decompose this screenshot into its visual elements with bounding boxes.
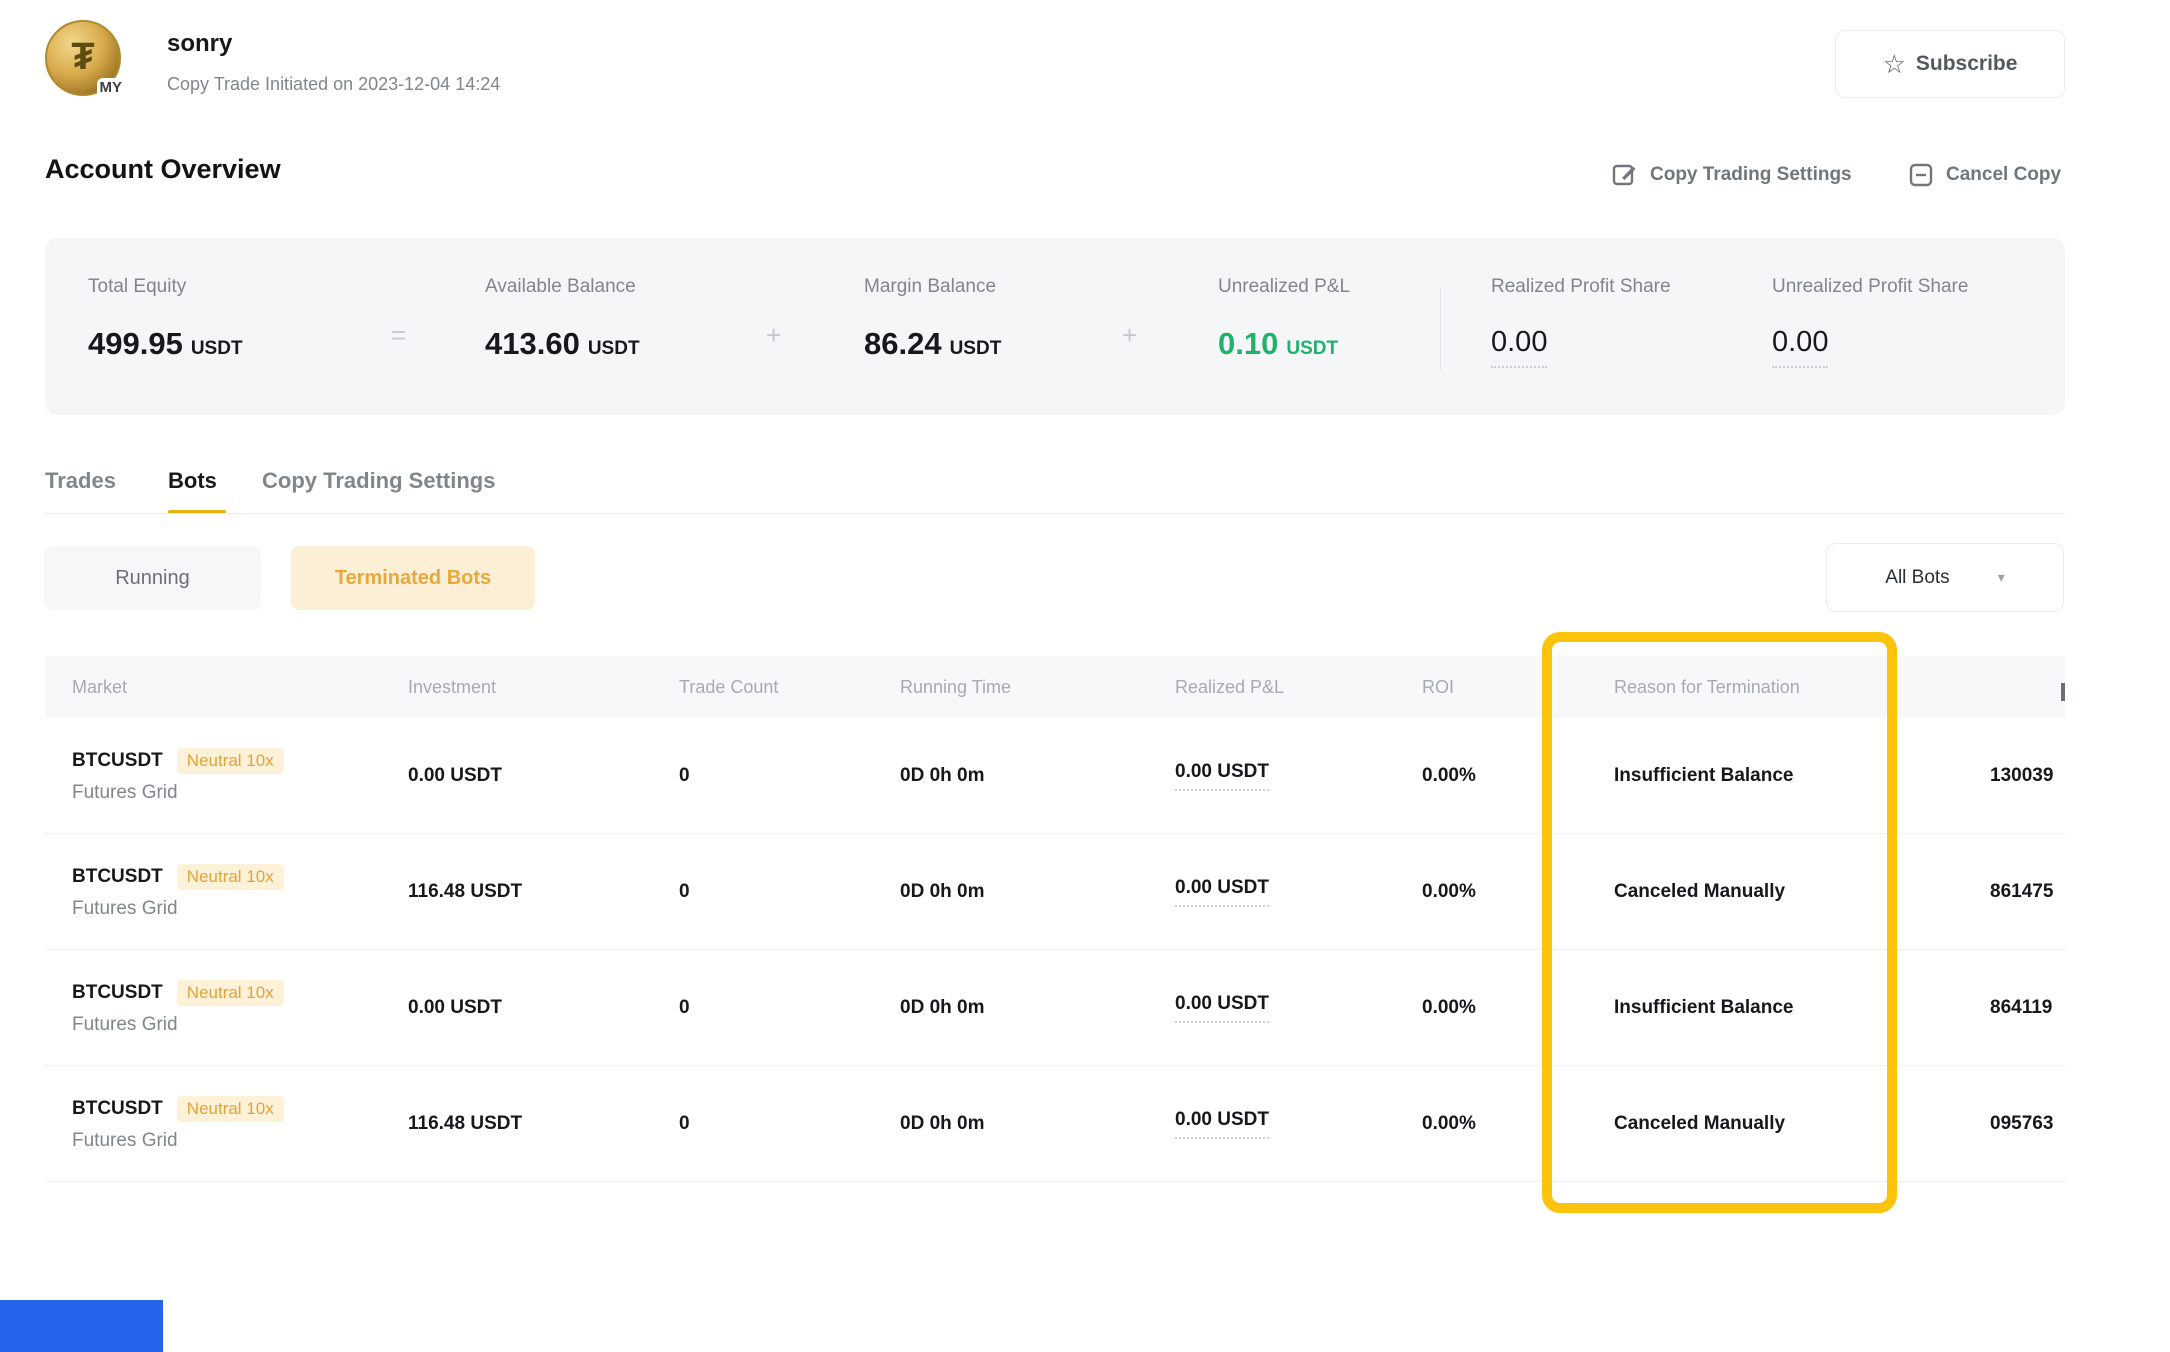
minus-square-icon xyxy=(1908,162,1934,188)
terminated-bots-filter-button[interactable]: Terminated Bots xyxy=(291,546,535,610)
bot-id-cell: 864119 xyxy=(1990,997,2065,1019)
terminated-bots-table: Market Investment Trade Count Running Ti… xyxy=(45,656,2065,1182)
col-reason: Reason for Termination xyxy=(1614,677,1990,698)
reason-cell: Insufficient Balance xyxy=(1614,997,1990,1019)
tether-coin-icon: ₮ xyxy=(47,36,119,79)
bot-id-cell: 095763 xyxy=(1990,1113,2065,1135)
investment-cell: 0.00 USDT xyxy=(408,997,679,1019)
trade-count-cell: 0 xyxy=(679,1113,900,1135)
page-title: Account Overview xyxy=(45,154,281,185)
cancel-copy-link[interactable]: Cancel Copy xyxy=(1908,162,2061,188)
roi-cell: 0.00% xyxy=(1422,881,1614,903)
clipped-column-header-fragment xyxy=(2061,683,2065,701)
bot-type: Futures Grid xyxy=(72,898,408,920)
running-time-cell: 0D 0h 0m xyxy=(900,997,1175,1019)
running-time-cell: 0D 0h 0m xyxy=(900,765,1175,787)
market-cell: BTCUSDTNeutral 10x Futures Grid xyxy=(72,864,408,920)
market-cell: BTCUSDTNeutral 10x Futures Grid xyxy=(72,748,408,804)
tab-trades[interactable]: Trades xyxy=(45,468,116,494)
roi-cell: 0.00% xyxy=(1422,1113,1614,1135)
realized-pnl-cell: 0.00 USDT xyxy=(1175,877,1422,907)
market-cell: BTCUSDTNeutral 10x Futures Grid xyxy=(72,980,408,1036)
cancel-copy-label: Cancel Copy xyxy=(1946,164,2061,186)
strategy-badge: Neutral 10x xyxy=(177,748,284,774)
bot-type: Futures Grid xyxy=(72,1014,408,1036)
table-row[interactable]: BTCUSDTNeutral 10x Futures Grid 116.48 U… xyxy=(45,1066,2065,1182)
avatar-country-badge: MY xyxy=(97,78,126,98)
stats-divider xyxy=(1440,288,1441,370)
tab-bots[interactable]: Bots xyxy=(168,468,217,494)
table-row[interactable]: BTCUSDTNeutral 10x Futures Grid 0.00 USD… xyxy=(45,718,2065,834)
investment-cell: 116.48 USDT xyxy=(408,881,679,903)
reason-cell: Canceled Manually xyxy=(1614,881,1990,903)
copy-trade-initiated-text: Copy Trade Initiated on 2023-12-04 14:24 xyxy=(167,74,500,95)
market-cell: BTCUSDTNeutral 10x Futures Grid xyxy=(72,1096,408,1152)
col-running-time: Running Time xyxy=(900,677,1175,698)
running-time-cell: 0D 0h 0m xyxy=(900,1113,1175,1135)
table-row[interactable]: BTCUSDTNeutral 10x Futures Grid 116.48 U… xyxy=(45,834,2065,950)
copy-trading-page: ₮ MY sonry Copy Trade Initiated on 2023-… xyxy=(0,0,2170,1352)
subscribe-label: Subscribe xyxy=(1916,52,2018,76)
bot-type: Futures Grid xyxy=(72,782,408,804)
strategy-badge: Neutral 10x xyxy=(177,1096,284,1122)
copy-trading-settings-link[interactable]: Copy Trading Settings xyxy=(1612,162,1852,188)
table-row[interactable]: BTCUSDTNeutral 10x Futures Grid 0.00 USD… xyxy=(45,950,2065,1066)
investment-cell: 116.48 USDT xyxy=(408,1113,679,1135)
running-filter-button[interactable]: Running xyxy=(44,546,261,610)
realized-pnl-cell: 0.00 USDT xyxy=(1175,993,1422,1023)
bot-type: Futures Grid xyxy=(72,1130,408,1152)
trade-count-cell: 0 xyxy=(679,997,900,1019)
account-overview-panel: Total Equity 499.95USDT = Available Bala… xyxy=(45,238,2065,415)
all-bots-dropdown[interactable]: All Bots ▾ xyxy=(1826,543,2064,612)
tabs-divider xyxy=(45,513,2065,514)
trader-name: sonry xyxy=(167,30,232,58)
plus-operator: + xyxy=(1122,320,1137,351)
col-investment: Investment xyxy=(408,677,679,698)
realized-pnl-cell: 0.00 USDT xyxy=(1175,1109,1422,1139)
trade-count-cell: 0 xyxy=(679,881,900,903)
col-trade-count: Trade Count xyxy=(679,677,900,698)
trader-avatar[interactable]: ₮ MY xyxy=(45,20,121,96)
plus-operator: + xyxy=(766,320,781,351)
strategy-badge: Neutral 10x xyxy=(177,980,284,1006)
col-roi: ROI xyxy=(1422,677,1614,698)
all-bots-dropdown-value: All Bots xyxy=(1885,567,1949,589)
roi-cell: 0.00% xyxy=(1422,997,1614,1019)
trade-count-cell: 0 xyxy=(679,765,900,787)
col-market: Market xyxy=(72,677,408,698)
bottom-left-blue-strip xyxy=(0,1300,163,1352)
investment-cell: 0.00 USDT xyxy=(408,765,679,787)
roi-cell: 0.00% xyxy=(1422,765,1614,787)
strategy-badge: Neutral 10x xyxy=(177,864,284,890)
realized-pnl-cell: 0.00 USDT xyxy=(1175,761,1422,791)
reason-cell: Insufficient Balance xyxy=(1614,765,1990,787)
bot-id-cell: 861475 xyxy=(1990,881,2065,903)
equals-operator: = xyxy=(391,320,406,351)
table-header-row: Market Investment Trade Count Running Ti… xyxy=(45,656,2065,718)
tab-copy-trading-settings[interactable]: Copy Trading Settings xyxy=(262,468,495,494)
bot-id-cell: 130039 xyxy=(1990,765,2065,787)
reason-cell: Canceled Manually xyxy=(1614,1113,1990,1135)
star-icon: ☆ xyxy=(1883,51,1906,77)
subscribe-button[interactable]: ☆ Subscribe xyxy=(1835,30,2065,98)
col-realized-pnl: Realized P&L xyxy=(1175,677,1422,698)
running-time-cell: 0D 0h 0m xyxy=(900,881,1175,903)
copy-trading-settings-label: Copy Trading Settings xyxy=(1650,164,1852,186)
edit-icon xyxy=(1612,162,1638,188)
chevron-down-icon: ▾ xyxy=(1998,569,2005,586)
